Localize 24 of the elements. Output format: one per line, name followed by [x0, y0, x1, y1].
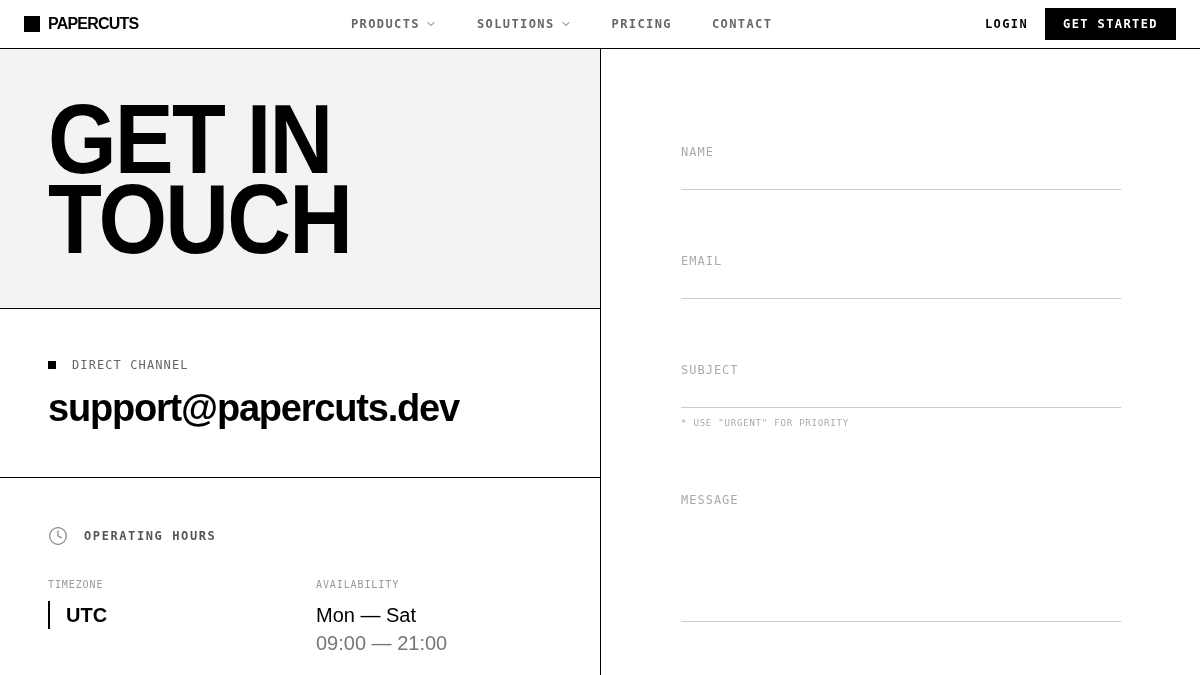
timezone-value: UTC — [48, 601, 108, 629]
section-label: DIRECT CHANNEL — [72, 357, 189, 373]
logo-wordmark[interactable]: PAPERCUTS — [48, 14, 139, 34]
email-link[interactable]: support@papercuts.dev — [48, 387, 459, 429]
logo-square-icon — [24, 16, 40, 32]
nav-link[interactable]: PRICING — [611, 16, 672, 32]
get-started-button[interactable]: GET STARTED — [1045, 8, 1176, 40]
availability-time: 09:00 — 21:00 — [316, 631, 448, 656]
input-field[interactable]: EMAIL — [681, 252, 1121, 299]
nav-link[interactable]: SOLUTIONS — [476, 16, 572, 32]
info-label: AVAILABILITY — [316, 578, 400, 592]
input-field[interactable]: NAME — [681, 143, 1121, 190]
field-hint: * USE "URGENT" FOR PRIORITY — [681, 417, 850, 429]
square-bullet-icon — [48, 361, 56, 369]
nav-link[interactable]: CONTACT — [711, 16, 773, 32]
section-title: OPERATING HOURS — [84, 528, 217, 544]
nav-link[interactable]: PRODUCTS — [350, 16, 437, 32]
availability-days: Mon — Sat — [316, 601, 417, 629]
input-field[interactable]: SUBJECT — [681, 361, 1121, 408]
login-link[interactable]: LOGIN — [985, 16, 1029, 32]
clock-icon — [48, 526, 68, 546]
page-heading: GET IN TOUCH — [48, 99, 353, 259]
info-label: TIMEZONE — [48, 578, 104, 592]
textarea-field[interactable]: MESSAGE — [681, 491, 1121, 622]
